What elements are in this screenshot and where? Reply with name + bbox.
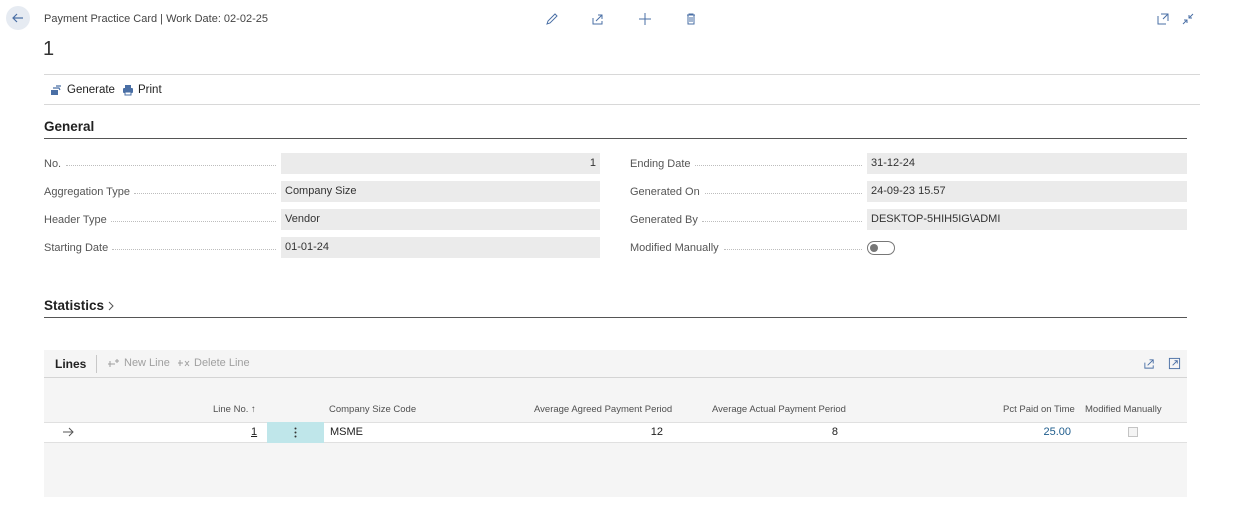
leader-dots [110,221,276,222]
field-row-aggregation-type: Aggregation Type [44,182,280,202]
field-row-ending-date: Ending Date [630,154,866,174]
print-action[interactable]: Print [122,82,162,98]
generated-on-label: Generated On [630,182,704,202]
collapse-button[interactable] [1179,10,1197,28]
open-new-window-icon [1157,13,1169,25]
ending-date-label: Ending Date [630,154,695,174]
header-type-field[interactable]: Vendor [281,209,600,230]
column-header-modified-manually[interactable]: Modified Manually [1085,404,1162,415]
avg-actual-payment-period-cell[interactable]: 8 [800,426,838,438]
company-size-code-cell[interactable]: MSME [330,426,363,438]
ending-date-field[interactable]: 31-12-24 [867,153,1187,174]
toggle-knob [870,244,878,252]
share-icon [1144,359,1154,369]
column-header-avg-actual-payment-period[interactable]: Average Actual Payment Period [712,404,846,415]
modified-manually-label: Modified Manually [630,238,723,258]
arrow-left-icon [12,13,23,23]
field-row-generated-by: Generated By [630,210,866,230]
column-header-avg-agreed-payment-period[interactable]: Average Agreed Payment Period [534,404,672,415]
line-no-cell[interactable]: 1 [251,426,257,438]
share-icon [592,14,603,25]
delete-line-icon [178,359,190,366]
new-button[interactable] [636,10,654,28]
leader-dots [694,165,862,166]
aggregation-type-label: Aggregation Type [44,182,135,202]
no-label: No. [44,154,66,174]
open-in-new-window-button[interactable] [1154,10,1172,28]
column-header-company-size-code[interactable]: Company Size Code [329,404,416,415]
field-row-no: No. [44,154,280,174]
field-row-header-type: Header Type [44,210,280,230]
new-line-action[interactable]: New Line [107,357,170,369]
generated-on-field[interactable]: 24-09-23 15.57 [867,181,1187,202]
starting-date-field[interactable]: 01-01-24 [281,237,600,258]
more-vertical-icon [294,427,297,438]
printer-icon [123,85,133,96]
statistics-section-header[interactable]: Statistics [44,298,115,313]
pct-paid-on-time-cell[interactable]: 25.00 [1020,426,1071,438]
generated-by-field[interactable]: DESKTOP-5HIH5IG\ADMI [867,209,1187,230]
delete-line-action[interactable]: Delete Line [177,357,250,369]
column-header-pct-paid-on-time[interactable]: Pct Paid on Time [1003,404,1075,415]
header-type-label: Header Type [44,210,111,230]
edit-button[interactable] [543,10,561,28]
page-title: 1 [43,38,55,60]
general-section-divider [44,138,1187,139]
column-header-line-no[interactable]: Line No. ↑ [213,404,256,415]
modified-manually-toggle[interactable] [867,241,895,255]
pencil-icon [546,13,558,25]
generate-label: Generate [67,84,115,96]
lines-title[interactable]: Lines [55,357,86,371]
generate-icon [51,84,61,95]
print-label: Print [138,84,162,96]
share-button[interactable] [589,10,607,28]
field-row-generated-on: Generated On [630,182,866,202]
general-section-title[interactable]: General [44,119,94,134]
avg-agreed-payment-period-cell[interactable]: 12 [620,426,663,438]
action-bar-divider [44,104,1200,105]
leader-dots [702,193,862,194]
generated-by-label: Generated By [630,210,702,230]
field-row-modified-manually: Modified Manually [630,238,866,258]
generate-action[interactable]: Generate [50,82,115,98]
lines-expand-button[interactable] [1168,357,1181,370]
row-actions-menu[interactable] [267,422,324,443]
breadcrumb: Payment Practice Card | Work Date: 02-02… [44,13,268,25]
leader-dots [134,193,276,194]
statistics-section-divider [44,317,1187,318]
starting-date-label: Starting Date [44,238,113,258]
leader-dots [112,249,276,250]
leader-dots [702,221,862,222]
leader-dots [724,249,862,250]
no-field[interactable]: 1 [281,153,600,174]
collapse-icon [1182,13,1194,25]
statistics-section-title: Statistics [44,298,105,313]
field-row-starting-date: Starting Date [44,238,280,258]
trash-icon [687,13,695,25]
header-divider [44,74,1200,75]
leader-dots [66,165,276,166]
row-indicator-arrow-icon [62,427,74,437]
back-button[interactable] [6,6,30,30]
delete-line-label: Delete Line [194,357,250,369]
aggregation-type-field[interactable]: Company Size [281,181,600,202]
new-line-label: New Line [124,357,170,369]
plus-icon [639,13,651,25]
new-line-icon [108,358,119,367]
table-row[interactable] [44,422,1187,443]
lines-share-button[interactable] [1143,357,1156,370]
lines-toolbar-separator [96,355,97,373]
expand-icon [1168,357,1181,370]
modified-manually-checkbox[interactable] [1128,427,1138,437]
delete-button[interactable] [682,10,700,28]
chevron-right-icon [108,301,114,310]
